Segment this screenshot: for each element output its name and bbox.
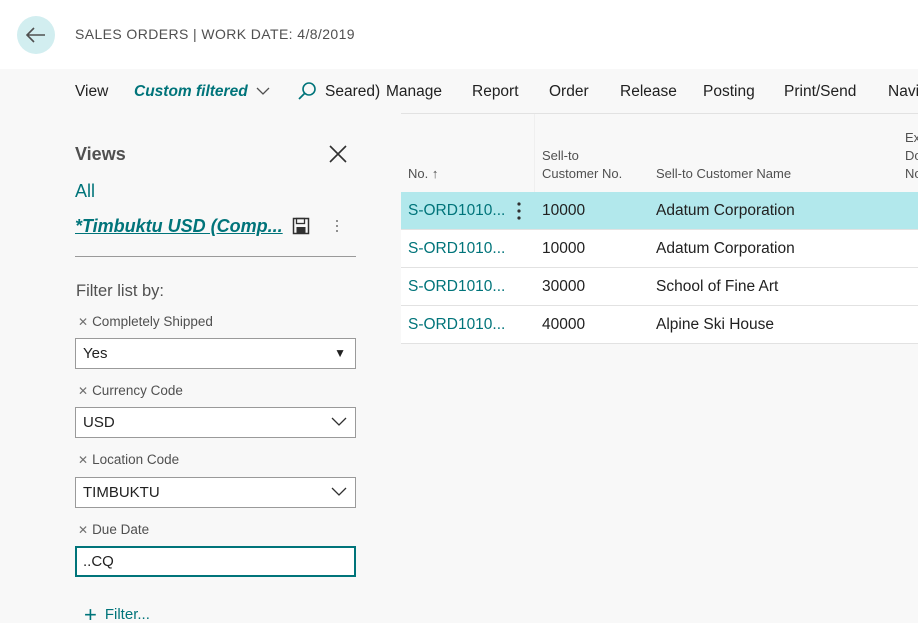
currency-code-field[interactable]: USD	[75, 407, 356, 438]
filter-label-completely-shipped: ✕ Completely Shipped	[78, 314, 213, 329]
header-line: Do	[905, 148, 918, 163]
order-no-link[interactable]: S-ORD1010...	[408, 202, 505, 220]
plus-icon: +	[84, 602, 97, 623]
more-options-icon[interactable]	[333, 218, 341, 234]
order-menu[interactable]: Order	[549, 83, 589, 101]
navigate-menu[interactable]: Navi	[888, 83, 918, 101]
remove-filter-icon[interactable]: ✕	[78, 384, 88, 398]
header-line: No	[905, 166, 918, 181]
add-filter-button[interactable]: + Filter...	[84, 602, 150, 623]
filter-label-text: Currency Code	[92, 383, 183, 398]
filter-label-text: Due Date	[92, 522, 150, 537]
column-header-no[interactable]: No. ↑	[408, 165, 438, 183]
table-row[interactable]: S-ORD1010... 40000 Alpine Ski House	[401, 306, 918, 344]
remove-filter-icon[interactable]: ✕	[78, 315, 88, 329]
save-icon[interactable]	[292, 217, 310, 235]
completely-shipped-select[interactable]: Yes ▼	[75, 338, 356, 369]
order-no-link[interactable]: S-ORD1010...	[408, 240, 505, 258]
action-bar: View Custom filtered Seared) Manage Repo…	[0, 69, 918, 115]
search-icon[interactable]	[297, 81, 317, 101]
order-no-link[interactable]: S-ORD1010...	[408, 316, 505, 334]
filter-label-location-code: ✕ Location Code	[78, 452, 179, 467]
posting-menu[interactable]: Posting	[703, 83, 755, 101]
customer-no-cell: 30000	[542, 278, 586, 295]
remove-filter-icon[interactable]: ✕	[78, 453, 88, 467]
arrow-left-icon	[26, 27, 45, 43]
add-filter-label: Filter...	[104, 606, 150, 623]
row-actions-icon[interactable]	[513, 200, 525, 222]
view-all-link[interactable]: All	[75, 181, 95, 202]
customer-name-cell: Alpine Ski House	[656, 316, 775, 333]
table-row[interactable]: S-ORD1010... 30000 School of Fine Art	[401, 268, 918, 306]
page-title: SALES ORDERS | WORK DATE: 4/8/2019	[75, 26, 355, 42]
customer-no-cell: 10000	[542, 240, 586, 257]
filter-value: USD	[83, 414, 115, 431]
filter-value: ..CQ	[83, 553, 114, 570]
header-line: Ex	[905, 130, 918, 145]
column-header-customer-no[interactable]: Sell-to Customer No.	[542, 147, 622, 183]
chevron-down-icon	[256, 87, 270, 96]
release-menu[interactable]: Release	[620, 83, 677, 101]
chevron-down-icon[interactable]	[331, 417, 347, 427]
filter-value: Yes	[83, 345, 108, 362]
column-header-customer-name[interactable]: Sell-to Customer Name	[656, 165, 791, 183]
close-icon[interactable]	[327, 143, 349, 165]
pane-divider	[75, 256, 356, 257]
customer-name-cell: School of Fine Art	[656, 278, 779, 295]
filter-label-text: Location Code	[92, 452, 180, 467]
print-send-menu[interactable]: Print/Send	[784, 83, 856, 101]
manage-menu[interactable]: Manage	[386, 83, 442, 101]
customer-no-cell: 40000	[542, 316, 586, 333]
current-view-link[interactable]: *Timbuktu USD (Comp...	[75, 216, 283, 237]
views-title: Views	[75, 144, 126, 164]
chevron-down-icon[interactable]	[331, 487, 347, 497]
filtered-view-label: Custom filtered	[134, 83, 248, 100]
search-button[interactable]: Seared)	[325, 83, 380, 101]
column-divider	[534, 114, 535, 192]
filtered-view-menu[interactable]: Custom filtered	[134, 83, 270, 101]
filter-label-text: Completely Shipped	[92, 314, 213, 329]
filter-label-due-date: ✕ Due Date	[78, 522, 149, 537]
back-button[interactable]	[17, 16, 55, 54]
customer-name-cell: Adatum Corporation	[656, 202, 795, 219]
due-date-field[interactable]: ..CQ	[75, 546, 356, 577]
customer-no-cell: 10000	[542, 202, 586, 219]
filter-list-heading: Filter list by:	[76, 282, 165, 300]
column-header-external-doc-no[interactable]: Ex Do No	[905, 129, 918, 183]
header-line: Customer No.	[542, 166, 623, 181]
filter-label-currency-code: ✕ Currency Code	[78, 383, 183, 398]
report-menu[interactable]: Report	[472, 83, 519, 101]
header-line: Sell-to	[542, 148, 579, 163]
action-bar-divider	[401, 113, 918, 114]
page-header: SALES ORDERS | WORK DATE: 4/8/2019	[0, 0, 918, 69]
customer-name-cell: Adatum Corporation	[656, 240, 795, 257]
table-row[interactable]: S-ORD1010... 10000 Adatum Corporation	[401, 192, 918, 230]
order-no-link[interactable]: S-ORD1010...	[408, 278, 505, 296]
view-menu[interactable]: View	[75, 83, 108, 101]
filter-value: TIMBUKTU	[83, 484, 160, 501]
caret-down-icon: ▼	[334, 346, 346, 360]
table-row[interactable]: S-ORD1010... 10000 Adatum Corporation	[401, 230, 918, 268]
remove-filter-icon[interactable]: ✕	[78, 523, 88, 537]
location-code-field[interactable]: TIMBUKTU	[75, 477, 356, 508]
